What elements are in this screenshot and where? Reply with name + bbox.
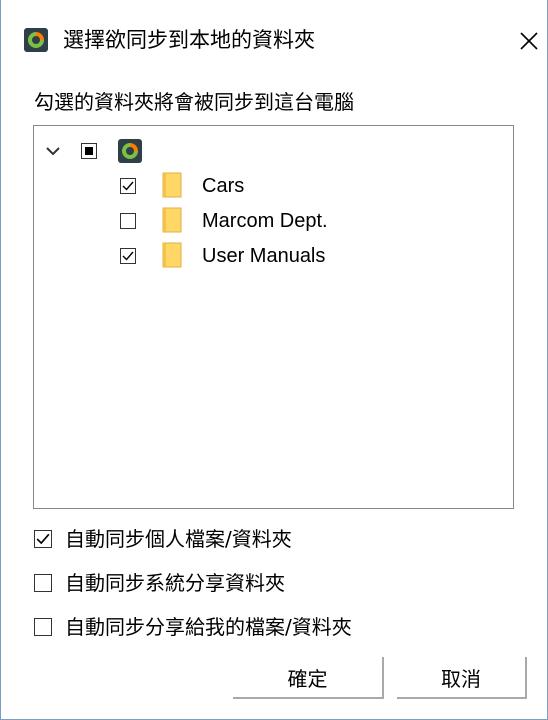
option-label: 自動同步系統分享資料夾 xyxy=(65,571,285,595)
cancel-button[interactable]: 取消 xyxy=(397,657,527,699)
tree-root-row[interactable] xyxy=(34,134,513,168)
tree-item-marcom-dept[interactable]: Marcom Dept. xyxy=(34,204,513,238)
option-checkbox[interactable] xyxy=(34,530,52,548)
tree-item-label: User Manuals xyxy=(202,245,326,267)
item-checkbox[interactable] xyxy=(120,248,136,264)
folder-icon xyxy=(162,242,182,268)
close-icon xyxy=(520,32,538,50)
ok-button[interactable]: 確定 xyxy=(233,657,384,699)
item-checkbox[interactable] xyxy=(120,213,136,229)
sync-app-icon xyxy=(24,28,48,52)
item-checkbox[interactable] xyxy=(120,178,136,194)
root-checkbox[interactable] xyxy=(81,143,97,159)
sync-folder-dialog: 選擇欲同步到本地的資料夾 勾選的資料夾將會被同步到這台電腦 Cars Marco… xyxy=(0,0,548,720)
title-bar: 選擇欲同步到本地的資料夾 xyxy=(1,0,547,80)
tree-item-label: Cars xyxy=(202,175,245,197)
option-label: 自動同步分享給我的檔案/資料夾 xyxy=(65,615,352,639)
tree-item-cars[interactable]: Cars xyxy=(34,169,513,203)
sync-app-icon xyxy=(118,139,142,163)
checkmark-icon xyxy=(122,251,134,261)
folder-tree[interactable]: Cars Marcom Dept. User Manuals xyxy=(33,125,514,509)
checkmark-icon xyxy=(36,533,50,545)
tree-item-user-manuals[interactable]: User Manuals xyxy=(34,239,513,273)
close-button[interactable] xyxy=(511,22,547,58)
folder-icon xyxy=(162,207,182,233)
option-auto-sync-personal[interactable]: 自動同步個人檔案/資料夾 xyxy=(32,522,512,556)
checkmark-icon xyxy=(122,181,134,191)
folder-icon xyxy=(162,172,182,198)
option-auto-sync-system-shared[interactable]: 自動同步系統分享資料夾 xyxy=(32,566,512,600)
tree-item-label: Marcom Dept. xyxy=(202,210,328,232)
option-auto-sync-shared-with-me[interactable]: 自動同步分享給我的檔案/資料夾 xyxy=(32,610,512,644)
instruction-text: 勾選的資料夾將會被同步到這台電腦 xyxy=(34,90,354,114)
option-checkbox[interactable] xyxy=(34,618,52,636)
option-label: 自動同步個人檔案/資料夾 xyxy=(65,527,292,551)
dialog-title: 選擇欲同步到本地的資料夾 xyxy=(63,28,315,52)
option-checkbox[interactable] xyxy=(34,574,52,592)
chevron-down-icon[interactable] xyxy=(44,143,62,159)
